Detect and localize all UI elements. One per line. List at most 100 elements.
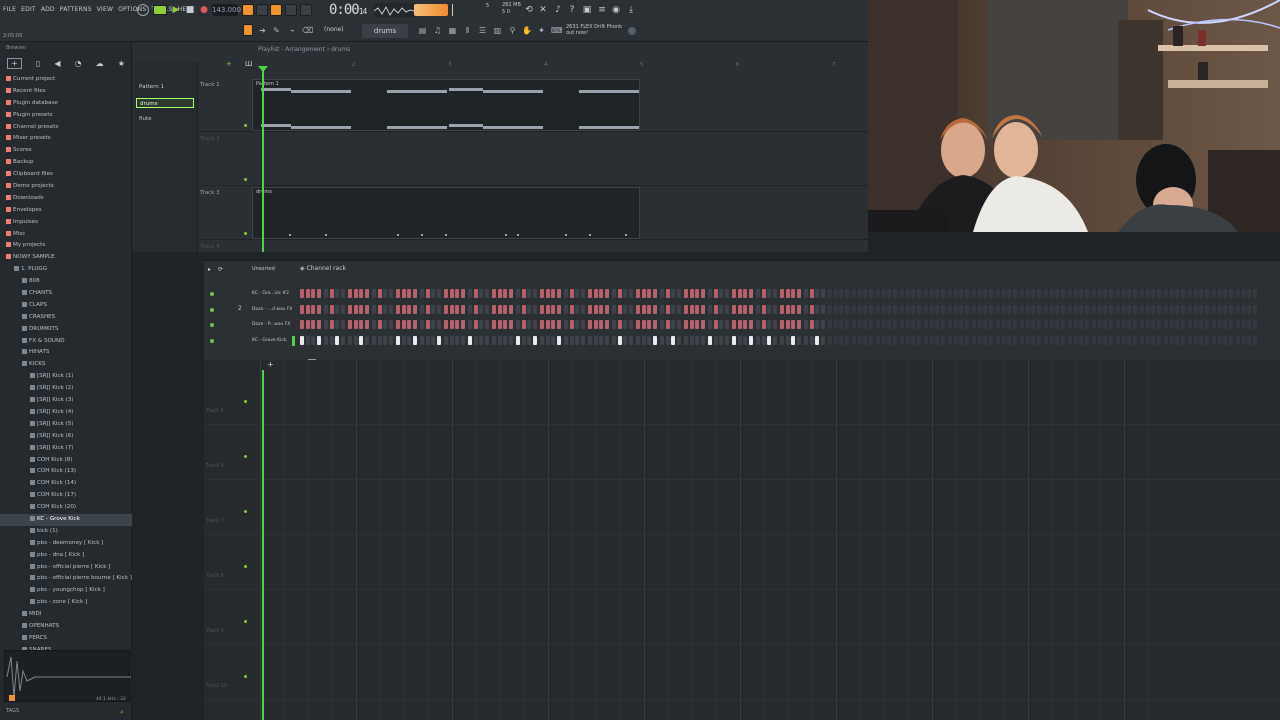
step-button[interactable] [749,320,754,329]
channel-mute-led[interactable] [210,323,214,327]
step-button[interactable] [737,304,742,314]
step-button[interactable] [581,335,586,345]
step-button[interactable] [869,320,874,329]
browser-item[interactable]: [SRJ] Kick (6) [0,431,132,443]
step-button[interactable] [629,320,634,329]
menu-add[interactable]: ADD [41,6,55,13]
step-button[interactable] [845,304,850,314]
step-button[interactable] [911,320,916,329]
step-button[interactable] [1199,335,1204,345]
step-button[interactable] [455,320,460,329]
step-button[interactable] [372,335,376,345]
step-button[interactable] [839,304,844,314]
step-button[interactable] [839,335,844,345]
step-button[interactable] [1079,289,1084,298]
step-button[interactable] [821,320,826,329]
step-button[interactable] [1241,335,1246,345]
step-button[interactable] [876,320,880,329]
step-button[interactable] [804,320,808,329]
step-button[interactable] [444,289,448,298]
master-volume-meter[interactable] [414,4,448,16]
step-button[interactable] [1085,335,1090,345]
step-button[interactable] [743,304,748,314]
news-hint[interactable]: 2631 FLEX Drift Phonk out now! [566,24,622,36]
step-button[interactable] [372,304,376,314]
browser-item[interactable]: Envelopes [0,205,132,217]
step-button[interactable] [420,335,424,345]
step-button[interactable] [1157,304,1162,314]
step-button[interactable] [473,320,478,329]
step-button[interactable] [1151,320,1156,329]
step-button[interactable] [1001,304,1006,314]
step-button[interactable] [821,289,826,298]
loop-record-button[interactable] [300,4,312,16]
step-button[interactable] [935,320,940,329]
step-button[interactable] [852,320,856,329]
browser-clock-icon[interactable]: ◔ [75,59,82,68]
step-button[interactable] [581,289,586,298]
step-button[interactable] [1236,304,1240,314]
step-button[interactable] [713,335,718,345]
step-button[interactable] [719,304,724,314]
step-button[interactable] [660,289,664,298]
mixer-track-number[interactable]: 2 [238,305,242,312]
step-button[interactable] [1247,304,1252,314]
browser-item[interactable]: My projects [0,240,132,252]
step-button[interactable] [1133,335,1138,345]
step-button[interactable] [545,304,550,314]
step-button[interactable] [479,335,484,345]
step-button[interactable] [1109,304,1114,314]
browser-item[interactable]: kick (1) [0,526,132,538]
step-button[interactable] [732,335,736,345]
step-button[interactable] [929,320,934,329]
step-button[interactable] [1205,289,1210,298]
menu-edit[interactable]: EDIT [21,6,36,13]
step-button[interactable] [485,320,490,329]
step-button[interactable] [311,304,316,314]
step-button[interactable] [335,320,340,329]
step-button[interactable] [581,304,586,314]
browser-item[interactable]: COH Kick (8) [0,455,132,467]
step-button[interactable] [431,289,436,298]
step-button[interactable] [1037,335,1042,345]
countdown-button[interactable] [270,4,282,16]
step-button[interactable] [695,289,700,298]
step-button[interactable] [1151,335,1156,345]
step-button[interactable] [876,335,880,345]
news-dot-icon[interactable] [628,27,636,35]
step-button[interactable] [804,304,808,314]
track-mute-led[interactable] [244,400,247,403]
step-button[interactable] [684,289,688,298]
step-button[interactable] [809,304,814,314]
step-button[interactable] [509,320,514,329]
pencil-icon[interactable]: ✎ [272,26,281,36]
step-button[interactable] [857,304,862,314]
track-row[interactable]: Track 3 drums [198,186,868,240]
browser-item[interactable]: Recent files [0,86,132,98]
snap-selector[interactable]: (none) [324,26,344,33]
step-button[interactable] [767,289,772,298]
step-button[interactable] [1247,289,1252,298]
step-button[interactable] [413,335,418,345]
step-button[interactable] [1097,335,1102,345]
step-button[interactable] [677,304,682,314]
cpu-icon[interactable]: ⟲ [524,5,534,15]
step-button[interactable] [917,304,922,314]
track-mute-led[interactable] [244,455,247,458]
step-button[interactable] [983,289,988,298]
track-mute-led[interactable] [244,178,247,181]
step-button[interactable] [905,304,910,314]
step-button[interactable] [791,335,796,345]
close-all-icon[interactable]: ✕ [538,5,548,15]
step-button[interactable] [815,289,820,298]
step-button[interactable] [1236,289,1240,298]
browser-item[interactable]: [SRJ] Kick (2) [0,383,132,395]
step-button[interactable] [1097,320,1102,329]
record-icon[interactable]: ● [199,5,209,15]
step-button[interactable] [425,335,430,345]
step-button[interactable] [1061,320,1066,329]
step-button[interactable] [983,320,988,329]
step-button[interactable] [605,320,610,329]
step-button[interactable] [893,304,898,314]
step-button[interactable] [492,289,496,298]
